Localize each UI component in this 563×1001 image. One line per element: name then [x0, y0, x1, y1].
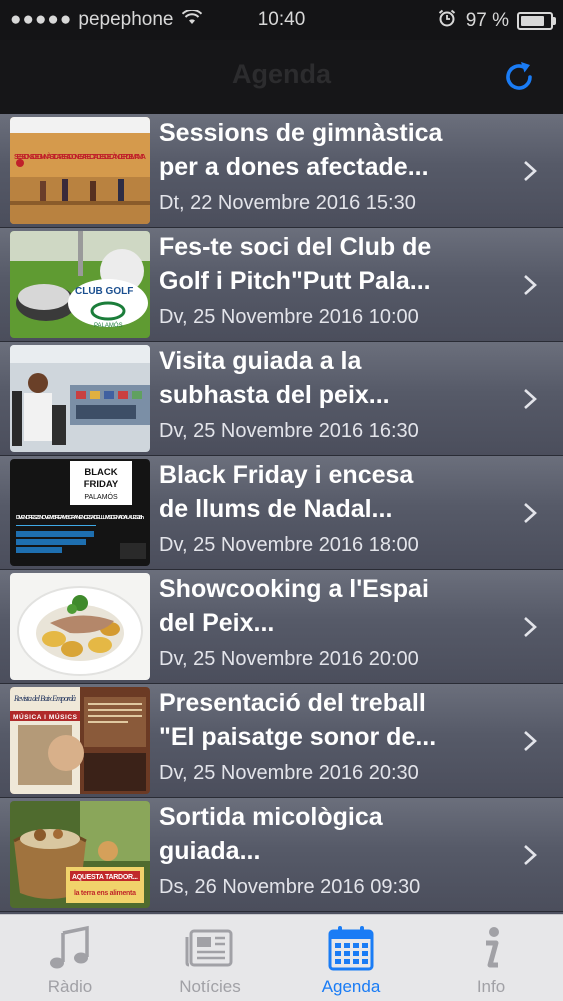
newspaper-icon — [185, 929, 233, 967]
navigation-bar: Agenda — [0, 40, 563, 115]
event-title-line-2: subhasta del peix... — [159, 381, 390, 409]
tab-label: Info — [476, 977, 506, 996]
tab-label: Agenda — [321, 977, 381, 996]
event-date: Dv, 25 Novembre 2016 16:30 — [159, 420, 419, 442]
event-title: Presentació del treball "El paisatge son… — [159, 686, 499, 754]
event-thumbnail-gymnastics: SESSIONS DE GIMNÀSTICA PER A DONES AFECT… — [10, 117, 150, 224]
event-thumbnail-magazine: Revista del Baix Empordà MÚSICA I MÚSICS — [10, 687, 150, 794]
event-date: Ds, 26 Novembre 2016 09:30 — [159, 876, 421, 898]
tab-agenda[interactable]: Agenda — [281, 915, 421, 1001]
event-title: Black Friday i encesa de llums de Nadal.… — [159, 458, 499, 526]
music-note-icon — [50, 925, 89, 969]
event-title: Fes-te soci del Club de Golf i Pitch"Put… — [159, 230, 499, 298]
event-title-line-1: Sortida micològica — [159, 803, 383, 831]
tab-info[interactable]: Info — [421, 915, 561, 1001]
event-row[interactable]: Revista del Baix Empordà MÚSICA I MÚSICS… — [0, 684, 563, 798]
event-title-line-1: Fes-te soci del Club de — [159, 233, 432, 261]
tab-label: Ràdio — [47, 977, 93, 996]
thumb-text: Revista del Baix Empordà — [13, 694, 76, 703]
refresh-button[interactable] — [499, 57, 539, 97]
event-thumbnail-black-friday: BLACK FRIDAY PALAMÓS BLACK FRIDAY PALAMÓ… — [10, 459, 150, 566]
thumb-subtext: DIVENDRES 25 NOVEMBRE AMB GRAN ENCESA DE… — [16, 515, 144, 521]
event-title-line-1: Black Friday i encesa — [159, 461, 414, 489]
event-row[interactable]: AQUESTA TARDOR... la terra ens alimenta … — [0, 798, 563, 912]
event-title: Visita guiada a la subhasta del peix... — [159, 344, 499, 412]
event-title-line-1: Visita guiada a la — [159, 347, 362, 375]
svg-text:BLACK: BLACK — [84, 467, 117, 478]
info-icon — [486, 927, 499, 968]
event-title-line-1: Presentació del treball — [159, 689, 426, 717]
event-title-line-2: de llums de Nadal... — [159, 495, 393, 523]
chevron-right-icon — [524, 389, 537, 409]
event-date: Dv, 25 Novembre 2016 18:00 — [159, 534, 419, 556]
chevron-right-icon — [524, 845, 537, 865]
event-title-line-2: per a dones afectade... — [159, 153, 429, 181]
event-title: Sessions de gimnàstica per a dones afect… — [159, 116, 499, 184]
svg-text:FRIDAY: FRIDAY — [84, 479, 119, 490]
thumb-text: SESSIONS DE GIMNÀSTICA PER A DONES AFECT… — [14, 152, 146, 161]
event-row[interactable]: Visita guiada a la subhasta del peix... … — [0, 342, 563, 456]
event-row[interactable]: CLUB GOLF PALAMÓS Fes-te soci del Club d… — [0, 228, 563, 342]
tab-noticies[interactable]: Notícies — [140, 915, 280, 1001]
event-thumbnail-mushrooms: AQUESTA TARDOR... la terra ens alimenta — [10, 801, 150, 908]
event-thumbnail-fish-auction — [10, 345, 150, 452]
chevron-right-icon — [524, 503, 537, 523]
event-date: Dv, 25 Novembre 2016 20:00 — [159, 648, 419, 670]
event-title-line-2: guiada... — [159, 837, 261, 865]
battery-icon — [517, 12, 556, 30]
event-row[interactable]: Showcooking a l'Espai del Peix... Dv, 25… — [0, 570, 563, 684]
chevron-right-icon — [524, 617, 537, 637]
event-date: Dv, 25 Novembre 2016 10:00 — [159, 306, 419, 328]
tab-bar: Ràdio Notícies Agenda Info — [0, 914, 563, 1001]
thumb-subtext: la terra ens alimenta — [74, 890, 136, 897]
chevron-right-icon — [524, 275, 537, 295]
event-title-line-1: Sessions de gimnàstica — [159, 119, 443, 147]
alarm-clock-icon — [438, 9, 456, 33]
event-thumbnail-showcooking — [10, 573, 150, 680]
calendar-icon — [328, 926, 374, 971]
event-title: Sortida micològica guiada... — [159, 800, 499, 868]
thumb-text: CLUB GOLF — [75, 286, 133, 297]
event-row[interactable]: BLACK FRIDAY PALAMÓS BLACK FRIDAY PALAMÓ… — [0, 456, 563, 570]
thumb-subtext: MÚSICA I MÚSICS — [13, 712, 78, 721]
status-bar: ●●●●● pepephone 10:40 97 % — [0, 0, 563, 40]
event-date: Dv, 25 Novembre 2016 20:30 — [159, 762, 419, 784]
svg-text:PALAMÓS: PALAMÓS — [84, 492, 118, 501]
event-thumbnail-golf: CLUB GOLF PALAMÓS — [10, 231, 150, 338]
battery-percent: 97 % — [465, 10, 509, 31]
tab-label: Notícies — [179, 977, 241, 996]
status-right-group: 97 % — [438, 9, 556, 33]
event-title-line-2: "El paisatge sonor de... — [159, 723, 437, 751]
event-date: Dt, 22 Novembre 2016 15:30 — [159, 192, 416, 214]
event-list[interactable]: SESSIONS DE GIMNÀSTICA PER A DONES AFECT… — [0, 114, 563, 914]
battery-fill — [521, 16, 545, 26]
event-title: Showcooking a l'Espai del Peix... — [159, 572, 499, 640]
refresh-icon — [506, 62, 532, 90]
event-title-line-1: Showcooking a l'Espai — [159, 575, 429, 603]
tab-radio[interactable]: Ràdio — [0, 915, 140, 1001]
event-title-line-2: Golf i Pitch"Putt Pala... — [159, 267, 431, 295]
event-title-line-2: del Peix... — [159, 609, 275, 637]
chevron-right-icon — [524, 731, 537, 751]
event-row[interactable]: SESSIONS DE GIMNÀSTICA PER A DONES AFECT… — [0, 114, 563, 228]
thumb-text: AQUESTA TARDOR... — [72, 874, 138, 881]
thumb-subtext: PALAMÓS — [94, 322, 123, 329]
chevron-right-icon — [524, 161, 537, 181]
page-title: Agenda — [231, 59, 331, 89]
